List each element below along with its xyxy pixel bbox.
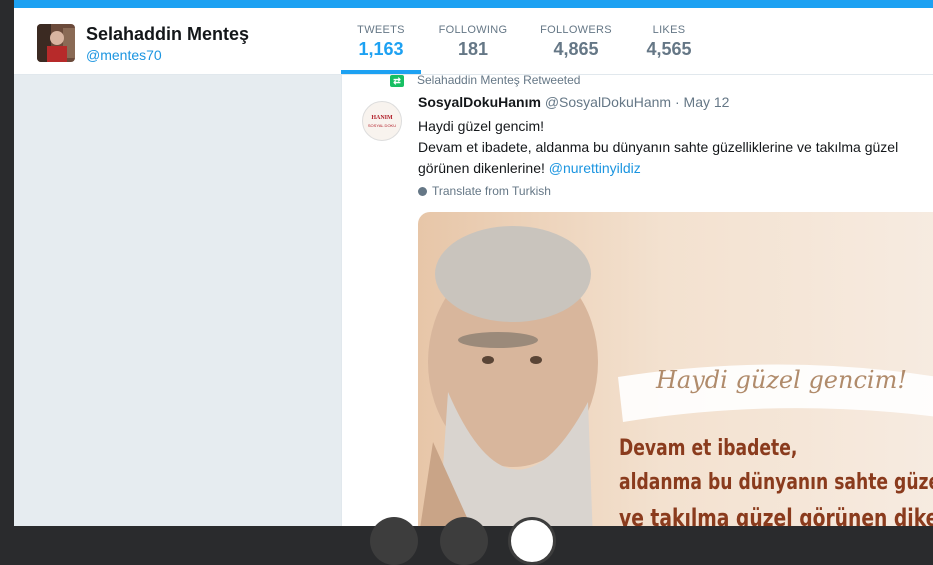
stat-following[interactable]: FOLLOWING 181 (433, 24, 513, 60)
overlay-control-button[interactable] (440, 517, 488, 565)
stat-followers-label: FOLLOWERS (540, 24, 612, 36)
tweet-text: Haydi güzel gencim! Devam et ibadete, al… (418, 116, 933, 179)
tweet-author-name[interactable]: SosyalDokuHanım (418, 94, 541, 110)
active-tab-indicator (341, 70, 421, 74)
stat-following-label: FOLLOWING (438, 24, 508, 36)
translate-label: Translate from Turkish (432, 184, 551, 198)
top-bar (14, 0, 933, 8)
avatar-brand-text: HANIM (371, 115, 393, 121)
profile-handle[interactable]: @mentes70 (86, 47, 162, 63)
stat-likes-value: 4,565 (646, 39, 692, 59)
tweet-media-image[interactable]: Haydi güzel gencim! Devam et ibadete, al… (418, 212, 933, 526)
tweet-line: Devam et ibadete, aldanma bu dünyanın sa… (418, 139, 899, 155)
stat-tweets-value: 1,163 (358, 39, 404, 59)
media-banner-text: Haydi güzel gencim! (656, 366, 907, 394)
tweet-line-with-mention: görünen dikenlerine! @nurettinyildiz (418, 158, 933, 179)
media-poster-line: Devam et ibadete, (619, 436, 798, 461)
profile-avatar[interactable] (37, 24, 75, 62)
twitter-profile-page: Selahaddin Menteş @mentes70 TWEETS 1,163… (14, 0, 933, 526)
profile-nav: Selahaddin Menteş @mentes70 TWEETS 1,163… (14, 8, 933, 75)
retweet-icon: ⇄ (390, 75, 404, 87)
avatar-brand-subtext: SOSYAL DOKU (367, 123, 397, 128)
tweet-line: Haydi güzel gencim! (418, 118, 545, 134)
retweet-context[interactable]: Selahaddin Menteş Retweeted (417, 73, 580, 87)
globe-icon (418, 187, 427, 196)
stat-tweets-label: TWEETS (357, 24, 405, 36)
stat-likes[interactable]: LIKES 4,565 (631, 24, 707, 60)
tweet-separator: · (674, 94, 680, 110)
overlay-control-button[interactable] (370, 517, 418, 565)
tweet-mention-link[interactable]: @nurettinyildiz (549, 160, 641, 176)
stat-likes-label: LIKES (652, 24, 686, 36)
media-poster-line: ve takılma güzel görünen dikenlerine! (619, 504, 933, 526)
tweet-author-avatar[interactable]: HANIM SOSYAL DOKU (362, 101, 402, 141)
stat-followers[interactable]: FOLLOWERS 4,865 (534, 24, 618, 60)
media-poster-line: aldanma bu dünyanın sahte güzelliklerine (619, 470, 933, 495)
tweet-header: SosyalDokuHanım @SosyalDokuHanm · May 12 (418, 94, 729, 110)
stat-tweets[interactable]: TWEETS 1,163 (341, 24, 421, 60)
profile-name[interactable]: Selahaddin Menteş (86, 24, 249, 45)
stat-following-value: 181 (457, 39, 489, 59)
timeline: ⇄ Selahaddin Menteş Retweeted HANIM SOSY… (341, 73, 933, 526)
tweet-timestamp[interactable]: May 12 (684, 94, 730, 110)
stat-followers-value: 4,865 (553, 39, 599, 59)
overlay-control-button[interactable] (508, 517, 556, 565)
translate-link[interactable]: Translate from Turkish (418, 184, 551, 198)
tweet-author-handle[interactable]: @SosyalDokuHanm (545, 94, 671, 110)
tweet-line: görünen dikenlerine! (418, 160, 545, 176)
